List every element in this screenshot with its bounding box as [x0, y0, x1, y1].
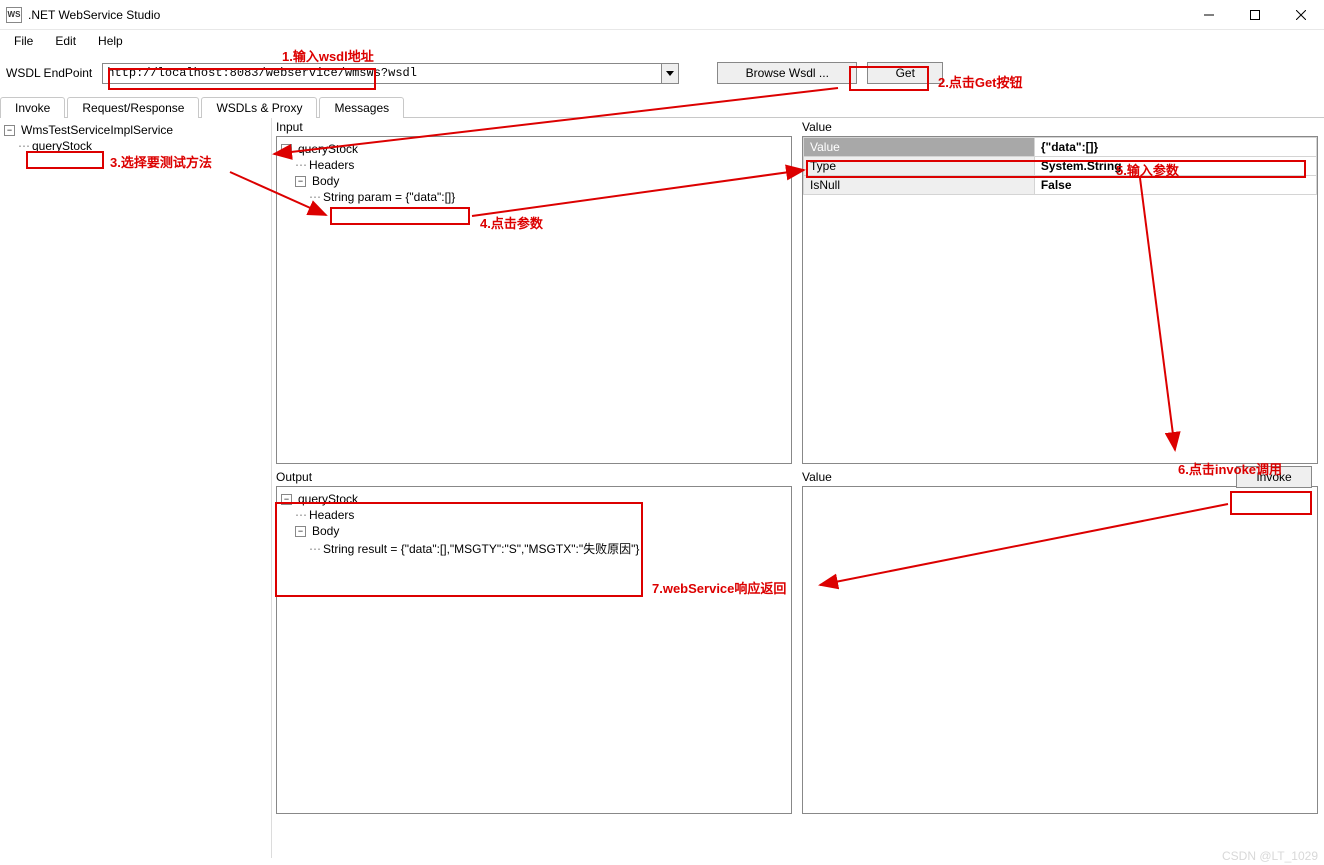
- value-pane-top: Value Value{"data":[]} TypeSystem.String…: [798, 118, 1324, 468]
- menubar: File Edit Help: [0, 30, 1324, 52]
- window-title: .NET WebService Studio: [28, 8, 160, 22]
- value-top-label: Value: [798, 118, 1324, 136]
- input-pane: Input − queryStock ⋯ Headers −: [272, 118, 798, 468]
- value-top-body[interactable]: Value{"data":[]} TypeSystem.String IsNul…: [802, 136, 1318, 464]
- value-row: IsNullFalse: [804, 176, 1317, 195]
- annotation-6: 6.点击invoke调用: [1178, 459, 1282, 478]
- input-body[interactable]: − Body: [281, 173, 787, 189]
- output-tree-root[interactable]: − queryStock: [281, 491, 787, 507]
- tree-line-icon: ⋯: [18, 139, 28, 153]
- value-grid[interactable]: Value{"data":[]} TypeSystem.String IsNul…: [803, 137, 1317, 195]
- input-body-label: Body: [312, 174, 339, 188]
- titlebar: WS .NET WebService Studio: [0, 0, 1324, 30]
- endpoint-label: WSDL EndPoint: [6, 66, 92, 80]
- annotation-4: 4.点击参数: [480, 213, 543, 232]
- input-param[interactable]: ⋯ String param = {"data":[]}: [281, 189, 787, 205]
- tab-wsdls-proxy[interactable]: WSDLs & Proxy: [201, 97, 317, 118]
- main-area: − WmsTestServiceImplService ⋯ queryStock…: [0, 118, 1324, 858]
- collapse-icon[interactable]: −: [281, 144, 292, 155]
- value-pane-bottom: Value: [798, 468, 1324, 818]
- tab-messages[interactable]: Messages: [319, 97, 404, 118]
- input-tree-root[interactable]: − queryStock: [281, 141, 787, 157]
- tree-service-label: WmsTestServiceImplService: [21, 123, 173, 137]
- menu-file[interactable]: File: [6, 32, 41, 50]
- annotation-1: 1.输入wsdl地址: [282, 46, 374, 65]
- annotation-7: 7.webService响应返回: [652, 578, 786, 597]
- collapse-icon[interactable]: −: [4, 125, 15, 136]
- annotation-2: 2.点击Get按钮: [938, 72, 1023, 91]
- value-row: TypeSystem.String: [804, 157, 1317, 176]
- annotation-5: 5.输入参数: [1116, 160, 1179, 179]
- endpoint-bar: WSDL EndPoint Browse Wsdl ... Get: [0, 52, 1324, 94]
- service-tree-panel: − WmsTestServiceImplService ⋯ queryStock: [0, 118, 272, 858]
- tree-service-root[interactable]: − WmsTestServiceImplService: [4, 122, 267, 138]
- input-headers[interactable]: ⋯ Headers: [281, 157, 787, 173]
- output-headers-label: Headers: [309, 508, 354, 522]
- minimize-button[interactable]: [1186, 0, 1232, 30]
- output-body-node[interactable]: − Body: [281, 523, 787, 539]
- menu-edit[interactable]: Edit: [47, 32, 84, 50]
- output-result[interactable]: ⋯ String result = {"data":[],"MSGTY":"S"…: [281, 539, 787, 558]
- input-body[interactable]: − queryStock ⋯ Headers − Body ⋯: [276, 136, 792, 464]
- window-controls: [1186, 0, 1324, 30]
- tree-method-label: queryStock: [32, 139, 92, 153]
- input-param-label: String param = {"data":[]}: [323, 190, 455, 204]
- value-bottom-body[interactable]: [802, 486, 1318, 814]
- collapse-icon[interactable]: −: [295, 526, 306, 537]
- output-body[interactable]: − queryStock ⋯ Headers − Body ⋯: [276, 486, 792, 814]
- collapse-icon[interactable]: −: [295, 176, 306, 187]
- output-pane: Output − queryStock ⋯ Headers −: [272, 468, 798, 818]
- input-label: Input: [272, 118, 798, 136]
- output-body-label: Body: [312, 524, 339, 538]
- output-result-label: String result = {"data":[],"MSGTY":"S","…: [323, 540, 639, 557]
- app-icon: WS: [6, 7, 22, 23]
- input-root-label: queryStock: [298, 142, 358, 156]
- tab-invoke[interactable]: Invoke: [0, 97, 65, 118]
- watermark: CSDN @LT_1029: [1222, 849, 1318, 863]
- value-row-selected: Value{"data":[]}: [804, 138, 1317, 157]
- output-headers[interactable]: ⋯ Headers: [281, 507, 787, 523]
- collapse-icon[interactable]: −: [281, 494, 292, 505]
- input-headers-label: Headers: [309, 158, 354, 172]
- tab-request-response[interactable]: Request/Response: [67, 97, 199, 118]
- close-button[interactable]: [1278, 0, 1324, 30]
- endpoint-dropdown[interactable]: [661, 63, 679, 84]
- menu-help[interactable]: Help: [90, 32, 131, 50]
- tabs-row: Invoke Request/Response WSDLs & Proxy Me…: [0, 96, 1324, 118]
- get-button[interactable]: Get: [867, 62, 943, 84]
- browse-wsdl-button[interactable]: Browse Wsdl ...: [717, 62, 857, 84]
- endpoint-input[interactable]: [102, 63, 662, 84]
- output-root-label: queryStock: [298, 492, 358, 506]
- output-label: Output: [272, 468, 798, 486]
- annotation-3: 3.选择要测试方法: [110, 152, 212, 171]
- maximize-button[interactable]: [1232, 0, 1278, 30]
